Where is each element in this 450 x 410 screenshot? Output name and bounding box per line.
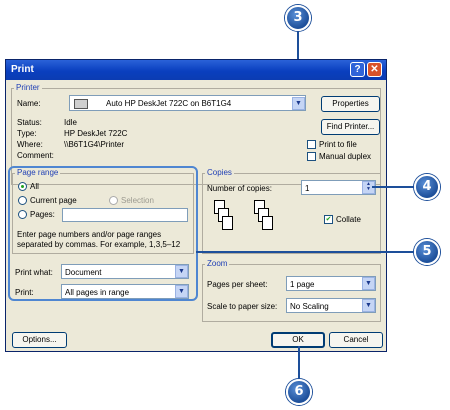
manual-duplex-checkbox[interactable]	[307, 152, 316, 161]
printer-group-label: Printer	[14, 83, 42, 92]
print-select[interactable]: All pages in range ▼	[61, 284, 189, 299]
scale-to-paper-size-label: Scale to paper size:	[207, 302, 278, 311]
type-label: Type:	[17, 129, 37, 138]
printer-name-value: Auto HP DeskJet 722C on B6T1G4	[106, 99, 232, 108]
title-bar: Print ? ✕	[6, 60, 386, 80]
close-button[interactable]: ✕	[367, 62, 382, 77]
print-dialog: Print ? ✕ Printer Name: Auto HP DeskJet …	[5, 59, 387, 352]
options-button[interactable]: Options...	[12, 332, 67, 348]
callout-5: 5	[414, 239, 440, 265]
selection-label: Selection	[121, 196, 154, 205]
where-value: \\B6T1G4\Printer	[64, 140, 125, 149]
cancel-button[interactable]: Cancel	[329, 332, 383, 348]
scale-to-paper-size-select[interactable]: No Scaling ▼	[286, 298, 376, 313]
pages-radio[interactable]	[18, 210, 27, 219]
current-page-label: Current page	[30, 196, 77, 205]
printer-name-select[interactable]: Auto HP DeskJet 722C on B6T1G4 ▼	[69, 95, 306, 111]
number-of-copies-label: Number of copies:	[207, 184, 272, 193]
number-of-copies-input[interactable]: 1 ▲ ▼	[301, 180, 376, 195]
help-button[interactable]: ?	[350, 62, 365, 77]
number-of-copies-value: 1	[305, 184, 310, 193]
properties-button[interactable]: Properties	[321, 96, 380, 112]
pages-per-sheet-select[interactable]: 1 page ▼	[286, 276, 376, 291]
collate-label: Collate	[336, 215, 361, 224]
copies-group-label: Copies	[205, 168, 234, 177]
printer-name-dropdown-icon[interactable]: ▼	[292, 97, 305, 110]
callout-4-leader	[372, 186, 417, 188]
where-label: Where:	[17, 140, 43, 149]
find-printer-button[interactable]: Find Printer...	[321, 119, 380, 135]
print-what-label: Print what:	[15, 268, 53, 277]
pages-per-sheet-label: Pages per sheet:	[207, 280, 268, 289]
print-what-dropdown-icon[interactable]: ▼	[175, 265, 188, 278]
print-to-file-checkbox[interactable]	[307, 140, 316, 149]
pages-input[interactable]	[62, 208, 188, 222]
page-range-group-label: Page range	[15, 168, 61, 177]
scale-dropdown-icon[interactable]: ▼	[362, 299, 375, 312]
printer-icon	[74, 99, 88, 109]
callout-3: 3	[285, 5, 311, 31]
status-label: Status:	[17, 118, 42, 127]
collate-pages-icon	[210, 200, 280, 245]
current-page-radio[interactable]	[18, 196, 27, 205]
window-title: Print	[11, 64, 34, 75]
pages-per-sheet-value: 1 page	[290, 280, 315, 289]
print-what-select[interactable]: Document ▼	[61, 264, 189, 279]
manual-duplex-label: Manual duplex	[319, 152, 372, 161]
comment-label: Comment:	[17, 151, 54, 160]
all-radio[interactable]	[18, 182, 27, 191]
status-value: Idle	[64, 118, 77, 127]
print-to-file-label: Print to file	[319, 140, 357, 149]
print-label: Print:	[15, 288, 34, 297]
printer-name-label: Name:	[17, 99, 41, 108]
print-value: All pages in range	[65, 288, 130, 297]
callout-6-leader	[298, 346, 300, 380]
pages-label: Pages:	[30, 210, 55, 219]
type-value: HP DeskJet 722C	[64, 129, 128, 138]
zoom-group-label: Zoom	[205, 259, 230, 268]
all-label: All	[30, 182, 39, 191]
pages-per-sheet-dropdown-icon[interactable]: ▼	[362, 277, 375, 290]
callout-5-leader	[196, 251, 418, 253]
callout-4: 4	[414, 174, 440, 200]
selection-radio[interactable]	[109, 196, 118, 205]
collate-checkbox[interactable]: ✔	[324, 215, 333, 224]
zoom-group	[202, 264, 381, 322]
print-what-value: Document	[65, 268, 102, 277]
callout-6: 6	[286, 379, 312, 405]
page-range-hint: Enter page numbers and/or page ranges se…	[17, 230, 181, 249]
scale-to-paper-size-value: No Scaling	[290, 302, 329, 311]
print-dropdown-icon[interactable]: ▼	[175, 285, 188, 298]
